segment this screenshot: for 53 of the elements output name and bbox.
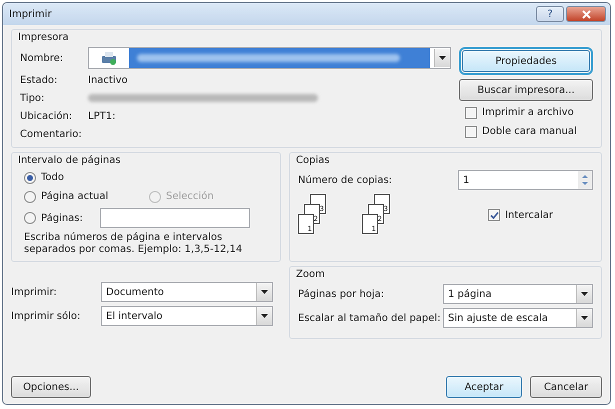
checkbox-label: Doble cara manual [482, 125, 577, 139]
group-legend: Intervalo de páginas [18, 153, 272, 168]
group-legend: Zoom [296, 267, 593, 282]
find-printer-button[interactable]: Buscar impresora... [459, 79, 593, 101]
group-legend: Impresora [18, 30, 593, 45]
dropdown[interactable]: El intervalo [101, 306, 273, 326]
field-value: LPT1: [88, 110, 116, 124]
copies-spinner[interactable]: 1 [458, 170, 593, 190]
properties-button[interactable]: Propiedades [462, 50, 590, 72]
radio-button[interactable] [24, 212, 36, 224]
field-label: Imprimir: [11, 286, 58, 300]
close-button[interactable] [566, 6, 606, 22]
field-label: Tipo: [20, 92, 46, 106]
field-label: Escalar al tamaño del papel: [298, 312, 441, 326]
cancel-button[interactable]: Cancelar [530, 376, 602, 398]
group-legend: Copias [296, 153, 593, 168]
field-label: Páginas por hoja: [298, 288, 384, 302]
pages-input-field[interactable] [100, 208, 250, 228]
caret-icon [261, 290, 268, 294]
options-button[interactable]: Opciones... [11, 376, 91, 398]
radio-label: Todo [41, 171, 64, 185]
field-label: Estado: [20, 74, 58, 88]
field-label: Ubicación: [20, 110, 74, 124]
radio-button[interactable] [24, 172, 36, 184]
radio-button[interactable] [24, 190, 36, 202]
printer-icon [101, 51, 117, 65]
radio-label: Página actual [41, 190, 108, 204]
hint-text: Escriba números de página e intervalos separados por comas. Ejemplo: 1,3,5-12,14 [24, 232, 244, 255]
checkbox[interactable] [488, 209, 500, 221]
caret-icon [439, 56, 446, 60]
radio-label: Páginas: [41, 212, 83, 226]
field-value: Inactivo [88, 74, 128, 88]
close-icon [582, 10, 590, 18]
spinner-arrows-icon [578, 171, 592, 189]
caret-icon [581, 316, 588, 320]
printer-dropdown[interactable] [88, 47, 451, 69]
dropdown[interactable]: Documento [101, 282, 273, 302]
radio-label: Selección [166, 190, 214, 204]
field-label: Comentario: [20, 128, 83, 142]
checkbox-label: Intercalar [505, 208, 553, 222]
checkbox-label: Imprimir a archivo [482, 106, 574, 120]
caret-icon [581, 292, 588, 296]
window-title: Imprimir [9, 8, 52, 22]
field-label: Nombre: [20, 52, 64, 66]
checkbox[interactable] [465, 126, 477, 138]
help-button[interactable]: ? [536, 6, 564, 22]
field-label: Número de copias: [298, 174, 392, 188]
dropdown[interactable]: Sin ajuste de escala [443, 308, 593, 328]
field-label: Imprimir sólo: [11, 310, 82, 324]
ok-button[interactable]: Aceptar [446, 376, 522, 398]
dropdown[interactable]: 1 página [443, 284, 593, 304]
caret-icon [261, 314, 268, 318]
checkbox[interactable] [465, 106, 477, 118]
